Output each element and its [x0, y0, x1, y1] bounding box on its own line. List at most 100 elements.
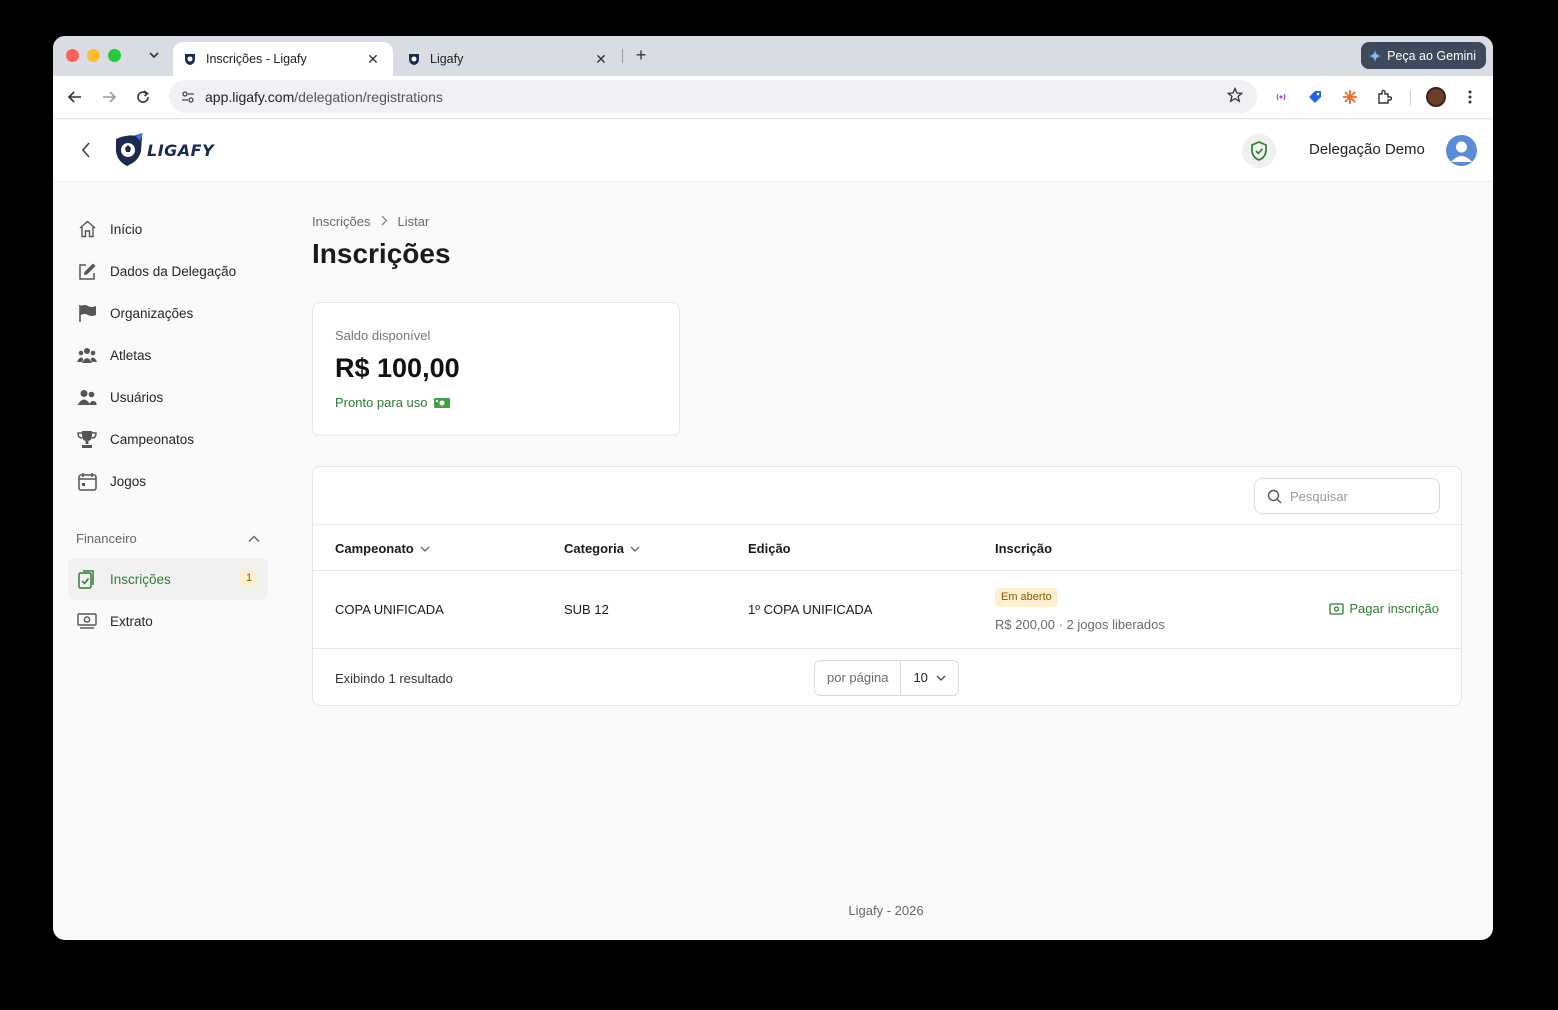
site-info-icon[interactable]: [179, 88, 197, 106]
sidebar-item-label: Atletas: [110, 347, 152, 363]
forward-arrow-icon[interactable]: [99, 87, 119, 107]
per-page-number: 10: [913, 670, 928, 685]
pay-label: Pagar inscrição: [1349, 601, 1439, 616]
profile-avatar[interactable]: [1426, 87, 1446, 107]
close-tab-icon[interactable]: ✕: [593, 51, 609, 67]
group-icon: [77, 345, 97, 365]
close-tab-icon[interactable]: ✕: [365, 51, 381, 67]
sidebar-section-financeiro[interactable]: Financeiro: [68, 518, 268, 558]
breadcrumb-item: Listar: [397, 214, 430, 229]
security-shield-button[interactable]: [1242, 134, 1276, 168]
column-header-campeonato[interactable]: Campeonato: [335, 541, 430, 556]
back-chevron-icon[interactable]: [77, 140, 95, 160]
search-icon: [1267, 489, 1282, 503]
search-input[interactable]: Pesquisar: [1254, 478, 1440, 514]
tab-title: Inscrições - Ligafy: [206, 52, 307, 66]
url-host: app.ligafy.com: [205, 88, 295, 105]
delegation-name[interactable]: Delegação Demo: [1309, 141, 1425, 158]
new-tab-button[interactable]: +: [631, 45, 651, 65]
app-header: LIGAFY Delegação Demo: [53, 120, 1493, 182]
balance-status: Pronto para uso: [335, 395, 657, 410]
column-header-edicao: Edição: [748, 541, 791, 556]
chevron-down-icon: [630, 546, 640, 552]
sidebar-item-jogos[interactable]: Jogos: [68, 460, 268, 502]
minimize-window-button[interactable]: [87, 49, 100, 62]
cell-edicao: 1º COPA UNIFICADA: [748, 602, 873, 617]
user-avatar[interactable]: [1446, 135, 1477, 166]
sidebar-item-label: Início: [110, 221, 143, 237]
edit-icon: [77, 261, 97, 281]
per-page-select[interactable]: por página 10: [814, 660, 959, 696]
sidebar-item-inscricoes[interactable]: Inscrições 1: [68, 558, 268, 600]
tab-search-icon[interactable]: [145, 46, 163, 64]
table-row: COPA UNIFICADA SUB 12 1º COPA UNIFICADA …: [313, 571, 1461, 649]
sidebar-item-usuarios[interactable]: Usuários: [68, 376, 268, 418]
address-bar[interactable]: app.ligafy.com/delegation/registrations: [169, 80, 1257, 113]
chevron-down-icon: [936, 675, 946, 681]
sidebar-item-label: Extrato: [110, 613, 153, 629]
balance-value: R$ 100,00: [335, 353, 460, 383]
tab-ligafy[interactable]: Ligafy ✕: [397, 42, 621, 76]
browser-toolbar: app.ligafy.com/delegation/registrations: [53, 76, 1493, 119]
tab-inscricoes[interactable]: Inscrições - Ligafy ✕: [173, 42, 393, 76]
balance-label: Saldo disponível: [335, 328, 431, 343]
gemini-button[interactable]: Peça ao Gemini: [1361, 42, 1486, 69]
extension-radio-icon[interactable]: [1272, 88, 1290, 106]
sidebar-item-label: Inscrições: [110, 571, 171, 587]
cell-categoria: SUB 12: [564, 602, 609, 617]
page-footer: Ligafy - 2026: [848, 903, 924, 918]
clipboard-icon: [77, 569, 97, 589]
cash-icon: [433, 397, 450, 408]
chevron-up-icon[interactable]: [248, 531, 260, 546]
bookmark-star-icon[interactable]: [1226, 86, 1244, 106]
column-label: Inscrição: [995, 541, 1053, 556]
extension-sparkle-icon[interactable]: [1341, 88, 1359, 106]
tab-title: Ligafy: [430, 52, 464, 66]
column-header-categoria[interactable]: Categoria: [564, 541, 640, 556]
reload-icon[interactable]: [133, 87, 153, 107]
registration-info: R$ 200,00 · 2 jogos liberados: [995, 617, 1165, 632]
page-title: Inscrições: [312, 238, 451, 269]
per-page-value[interactable]: 10: [901, 661, 957, 695]
maximize-window-button[interactable]: [108, 49, 121, 62]
close-window-button[interactable]: [66, 49, 79, 62]
flag-icon: [77, 303, 97, 323]
sidebar-item-dados-delegacao[interactable]: Dados da Delegação: [68, 250, 268, 292]
ligafy-favicon-icon: [185, 54, 195, 65]
logo-text: LIGAFY: [147, 140, 215, 160]
status-badge: Em aberto: [995, 588, 1058, 607]
calendar-icon: [77, 471, 97, 491]
sidebar-item-label: Jogos: [110, 473, 147, 489]
browser-window: Inscrições - Ligafy ✕ Ligafy ✕ + Peça ao…: [53, 36, 1493, 940]
column-label: Edição: [748, 541, 791, 556]
sidebar-item-extrato[interactable]: Extrato: [68, 600, 268, 642]
breadcrumb-item[interactable]: Inscrições: [312, 214, 371, 229]
ligafy-favicon-icon: [409, 54, 419, 65]
cell-campeonato: COPA UNIFICADA: [335, 602, 444, 617]
section-label: Financeiro: [76, 530, 137, 546]
url-path: /delegation/registrations: [294, 88, 443, 105]
column-header-inscricao: Inscrição: [995, 541, 1052, 556]
extensions-puzzle-icon[interactable]: [1375, 88, 1393, 106]
sidebar-item-organizacoes[interactable]: Organizações: [68, 292, 268, 334]
home-icon: [77, 219, 97, 239]
count-badge: 1: [240, 569, 258, 587]
sidebar-item-campeonatos[interactable]: Campeonatos: [68, 418, 268, 460]
registrations-table: Pesquisar Campeonato Categoria Edição In…: [312, 466, 1462, 706]
table-header: Campeonato Categoria Edição Inscrição: [313, 524, 1461, 571]
column-label: Categoria: [564, 541, 624, 556]
sidebar-item-atletas[interactable]: Atletas: [68, 334, 268, 376]
breadcrumb: Inscrições Listar: [312, 214, 429, 229]
gemini-sparkle-icon: [1369, 49, 1382, 62]
sidebar-item-label: Campeonatos: [110, 431, 195, 447]
browser-menu-icon[interactable]: [1461, 88, 1479, 106]
search-placeholder: Pesquisar: [1290, 488, 1348, 504]
pay-registration-button[interactable]: Pagar inscrição: [1329, 601, 1439, 616]
back-arrow-icon[interactable]: [65, 87, 85, 107]
extension-tag-icon[interactable]: [1306, 88, 1324, 106]
balance-status-text: Pronto para uso: [335, 395, 428, 410]
sidebar-item-inicio[interactable]: Início: [68, 208, 268, 250]
ligafy-logo[interactable]: LIGAFY: [113, 133, 214, 167]
toolbar-divider: [1410, 90, 1411, 106]
sidebar: Início Dados da Delegação Organizações A…: [68, 208, 268, 642]
